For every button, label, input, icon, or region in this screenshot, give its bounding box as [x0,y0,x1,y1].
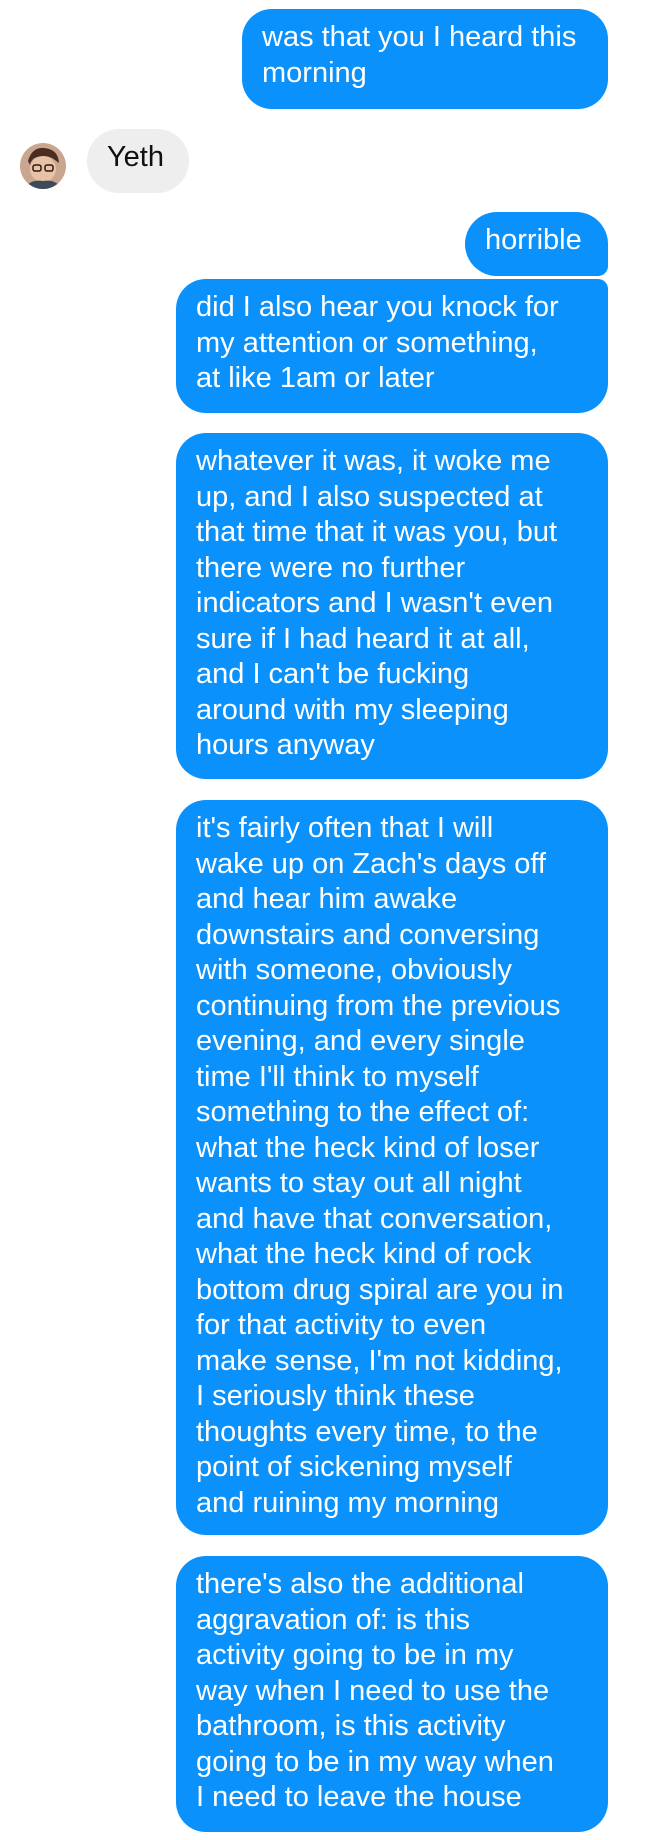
contact-avatar[interactable] [20,143,66,189]
incoming-message-bubble[interactable]: Yeth [87,129,189,193]
avatar-photo-icon [20,143,66,189]
outgoing-message-bubble[interactable]: was that you I heard this morning [242,9,608,109]
outgoing-message-bubble[interactable]: whatever it was, it woke me up, and I al… [176,433,608,779]
outgoing-message-bubble[interactable]: it's fairly often that I will wake up on… [176,800,608,1535]
outgoing-message-bubble[interactable]: did I also hear you knock for my attenti… [176,279,608,413]
outgoing-message-bubble[interactable]: there's also the additional aggravation … [176,1556,608,1832]
outgoing-message-bubble[interactable]: horrible [465,212,608,276]
